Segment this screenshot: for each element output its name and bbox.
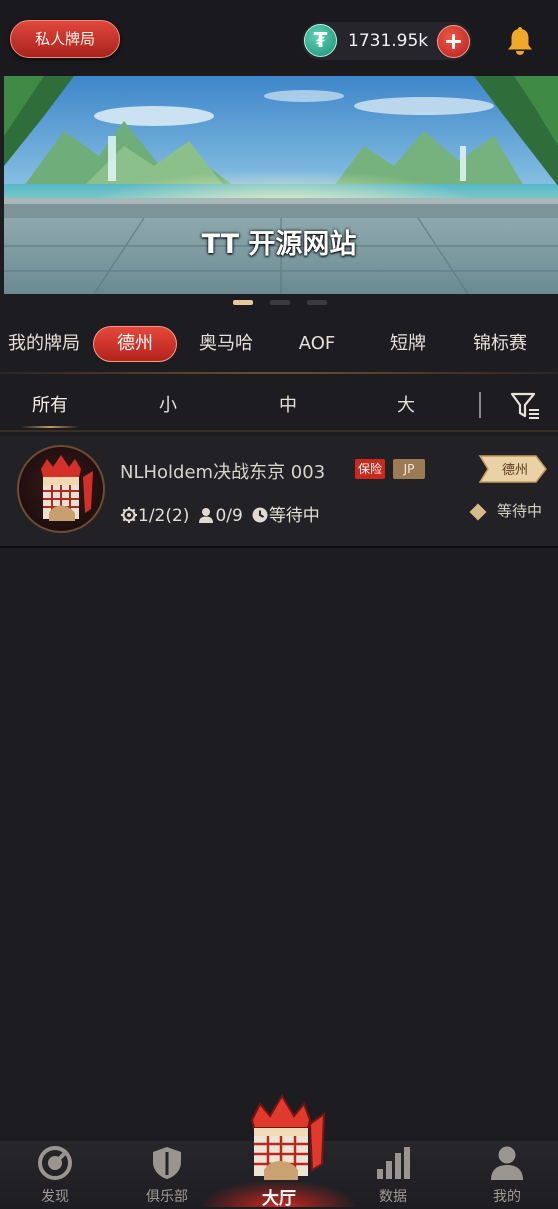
- nav-discover[interactable]: 发现: [0, 1141, 110, 1207]
- bell-icon[interactable]: [505, 25, 535, 57]
- banner-pagination: [233, 300, 333, 306]
- promo-banner[interactable]: [4, 76, 558, 294]
- status-diamond-icon: [469, 503, 487, 521]
- nav-lobby-label[interactable]: 大厅: [229, 1184, 329, 1209]
- players-value: 0/9: [215, 506, 243, 526]
- tether-icon: ₮: [304, 24, 337, 57]
- stake-small[interactable]: 小: [148, 390, 188, 422]
- room-avatar: [17, 445, 105, 533]
- jackpot-badge: JP: [393, 459, 425, 479]
- insurance-badge: 保险: [355, 459, 386, 479]
- banner-caption: TT 开源网站: [201, 229, 357, 260]
- tab-omaha[interactable]: 奥马哈: [186, 326, 266, 362]
- tab-tournament[interactable]: 锦标赛: [464, 326, 536, 362]
- bar-chart-icon: [377, 1147, 410, 1179]
- top-bar: 私人牌局 ₮ 1731.95k: [0, 0, 558, 76]
- filter-icon[interactable]: [508, 388, 542, 422]
- stake-all[interactable]: 所有: [21, 390, 79, 428]
- tab-short-deck[interactable]: 短牌: [375, 326, 441, 362]
- nav-discover-label: 发现: [41, 1189, 69, 1205]
- shield-icon: [153, 1147, 181, 1179]
- lobby-king-icon[interactable]: [238, 1090, 326, 1182]
- king-card-icon: [41, 455, 93, 521]
- room-name: NLHoldem决战东京 003: [120, 462, 326, 483]
- room-stats: 1/2(2) 0/9 等待中: [120, 501, 320, 526]
- room-right-status: 等待中: [497, 502, 543, 520]
- blinds-value: 1/2(2): [138, 506, 190, 526]
- stake-large[interactable]: 大: [386, 390, 426, 422]
- pagination-dot-2[interactable]: [270, 300, 290, 305]
- user-icon: [491, 1146, 523, 1180]
- tab-aof[interactable]: AOF: [282, 326, 352, 362]
- stake-filter-row: 所有 小 中 大: [0, 380, 558, 432]
- nav-me[interactable]: 我的: [452, 1141, 558, 1207]
- pagination-dot-3[interactable]: [307, 300, 327, 305]
- blinds-gear-icon: [121, 507, 137, 523]
- clock-icon: [252, 507, 268, 523]
- room-card[interactable]: NLHoldem决战东京 003 保险 JP 1/2(2) 0/9 等待中 德州…: [0, 436, 558, 548]
- room-status: 等待中: [268, 506, 320, 526]
- private-game-button[interactable]: 私人牌局: [10, 20, 120, 58]
- filter-divider: [479, 392, 481, 418]
- players-icon: [199, 508, 214, 523]
- add-funds-button[interactable]: [437, 25, 470, 58]
- game-type-tag: 德州: [501, 463, 528, 478]
- balance-value: 1731.95k: [348, 31, 429, 51]
- tab-holdem[interactable]: 德州: [93, 326, 177, 362]
- banner-landscape-image: [4, 76, 558, 294]
- stake-medium[interactable]: 中: [268, 390, 308, 422]
- tab-my-games[interactable]: 我的牌局: [2, 326, 86, 362]
- game-type-tabs: 我的牌局 德州 奥马哈 AOF 短牌 锦标赛: [0, 318, 558, 374]
- balance-display: ₮ 1731.95k: [302, 22, 472, 60]
- compass-icon: [38, 1146, 72, 1180]
- pagination-dot-1[interactable]: [233, 300, 253, 305]
- nav-me-label: 我的: [493, 1189, 521, 1205]
